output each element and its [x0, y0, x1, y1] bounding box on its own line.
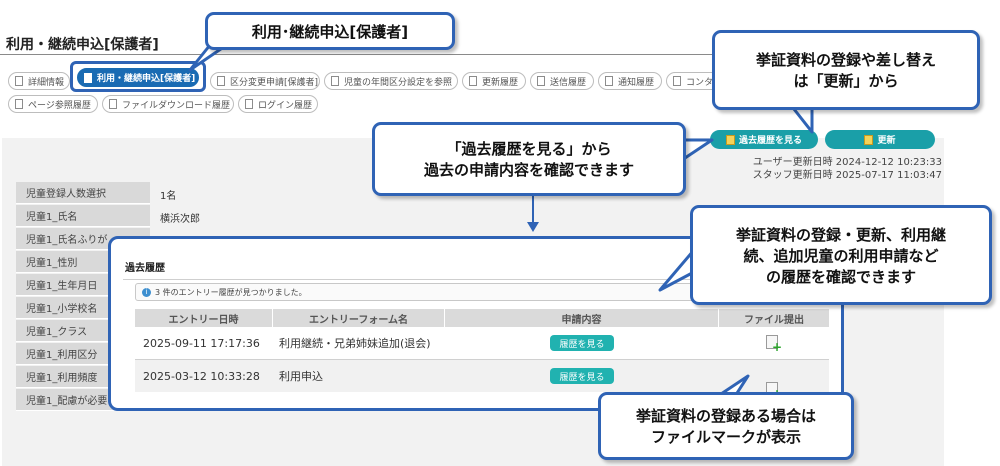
file-callout: 挙証資料の登録ある場合は ファイルマークが表示	[598, 392, 854, 460]
records-callout: 挙証資料の登録・更新、利用継 続、追加児童の利用申請など の履歴を確認できます	[690, 205, 992, 305]
callout-text: ファイルマークが表示	[650, 428, 801, 446]
history-callout-pointer	[680, 138, 714, 162]
callout-text: 利用･継続申込[保護者]	[251, 22, 409, 41]
callout-text: 過去の申請内容を確認できます	[423, 161, 634, 179]
callout-text: 続、追加児童の利用申請など	[743, 246, 939, 265]
callout-text: 挙証資料の登録や差し替え	[755, 51, 936, 69]
callout-text: 挙証資料の登録・更新、利用継	[735, 225, 946, 244]
history-callout: 「過去履歴を見る」から 過去の申請内容を確認できます	[372, 122, 686, 196]
callout-text: 挙証資料の登録ある場合は	[635, 407, 816, 425]
callout-text: 「過去履歴を見る」から	[446, 140, 612, 158]
records-callout-pointer	[658, 248, 696, 292]
callout-text: の履歴を確認できます	[765, 267, 916, 286]
arrow-head	[527, 222, 539, 232]
update-callout: 挙証資料の登録や差し替え は「更新」から	[712, 30, 980, 110]
callout-text: は「更新」から	[793, 72, 899, 90]
tab-callout: 利用･継続申込[保護者]	[205, 12, 455, 50]
